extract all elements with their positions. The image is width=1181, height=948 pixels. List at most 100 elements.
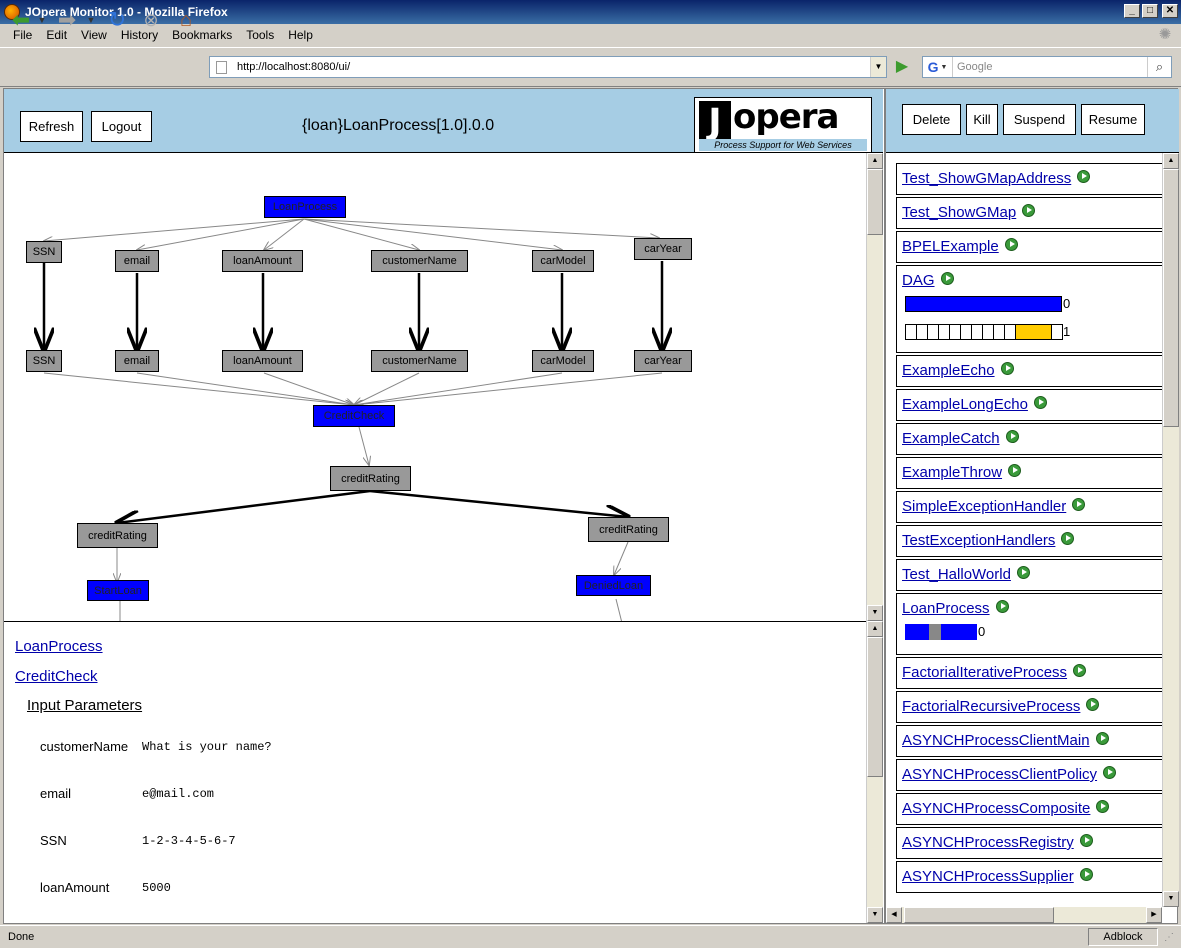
process-name[interactable]: TestExceptionHandlers [902, 532, 1055, 549]
menu-tools[interactable]: Tools [239, 28, 281, 42]
forward-history-dropdown-icon[interactable]: ▼ [86, 7, 96, 33]
graph-vertical-scrollbar[interactable]: ▲ ▼ [866, 153, 883, 621]
scroll-thumb[interactable] [867, 637, 883, 777]
process-item[interactable]: TestExceptionHandlers [896, 525, 1162, 557]
progress-bar-instances[interactable] [905, 624, 977, 640]
url-history-dropdown-icon[interactable]: ▼ [870, 57, 886, 77]
scroll-up-icon[interactable]: ▲ [867, 153, 883, 169]
resize-grip-icon[interactable]: ⋰ [1164, 932, 1178, 946]
minimize-icon[interactable]: _ [1124, 4, 1140, 18]
back-history-dropdown-icon[interactable]: ▼ [37, 7, 47, 33]
node-loanamount-input[interactable]: loanAmount [222, 250, 303, 272]
progress-bar-instances[interactable] [905, 324, 1063, 340]
start-process-icon[interactable] [1004, 237, 1018, 251]
close-icon[interactable]: ✕ [1162, 4, 1178, 18]
node-ssn-input[interactable]: SSN [26, 241, 62, 263]
node-startloan[interactable]: StartLoan [87, 580, 149, 601]
process-name[interactable]: ExampleCatch [902, 430, 1000, 447]
scroll-right-icon[interactable]: ▶ [1146, 907, 1162, 923]
node-ssn-output[interactable]: SSN [26, 350, 62, 372]
process-name[interactable]: FactorialIterativeProcess [902, 664, 1067, 681]
resume-button[interactable]: Resume [1081, 104, 1145, 135]
process-name[interactable]: ExampleThrow [902, 464, 1002, 481]
search-engine-icon[interactable]: G ▼ [923, 57, 953, 77]
node-creditrating[interactable]: creditRating [330, 466, 411, 491]
details-vertical-scrollbar[interactable]: ▲ ▼ [866, 621, 883, 923]
forward-arrow-icon[interactable]: ➡ [54, 7, 80, 33]
progress-bar-completed[interactable] [905, 296, 1062, 312]
process-item[interactable]: DAG 0 1 [896, 265, 1162, 353]
process-list-horizontal-scrollbar[interactable]: ◀ ▶ [886, 907, 1162, 923]
process-name[interactable]: Test_ShowGMap [902, 204, 1016, 221]
search-box[interactable]: G ▼ Google ⌕ [922, 56, 1172, 78]
refresh-button[interactable]: Refresh [20, 111, 83, 142]
process-name[interactable]: ASYNCHProcessSupplier [902, 868, 1074, 885]
scroll-up-icon[interactable]: ▲ [867, 621, 883, 637]
process-item[interactable]: ExampleCatch [896, 423, 1162, 455]
node-customername-output[interactable]: customerName [371, 350, 468, 372]
start-process-icon[interactable] [1079, 833, 1093, 847]
node-loanamount-output[interactable]: loanAmount [222, 350, 303, 372]
start-process-icon[interactable] [1016, 565, 1030, 579]
start-process-icon[interactable] [1079, 867, 1093, 881]
process-item[interactable]: ASYNCHProcessRegistry [896, 827, 1162, 859]
scroll-up-icon[interactable]: ▲ [1163, 153, 1179, 169]
kill-button[interactable]: Kill [966, 104, 998, 135]
adblock-button[interactable]: Adblock [1088, 928, 1158, 946]
search-icon[interactable]: ⌕ [1147, 57, 1171, 77]
scroll-thumb[interactable] [1163, 169, 1179, 427]
scroll-down-icon[interactable]: ▼ [1163, 891, 1179, 907]
link-loanprocess[interactable]: LoanProcess [15, 638, 103, 655]
process-name[interactable]: DAG [902, 272, 935, 289]
start-process-icon[interactable] [995, 599, 1009, 613]
process-name[interactable]: SimpleExceptionHandler [902, 498, 1066, 515]
start-process-icon[interactable] [1073, 663, 1087, 677]
go-arrow-icon[interactable]: ▶ [892, 58, 912, 76]
start-process-icon[interactable] [1095, 731, 1109, 745]
scroll-down-icon[interactable]: ▼ [867, 605, 883, 621]
start-process-icon[interactable] [1005, 429, 1019, 443]
process-name[interactable]: FactorialRecursiveProcess [902, 698, 1080, 715]
reload-icon[interactable]: ↻ [104, 7, 130, 33]
process-item[interactable]: BPELExample [896, 231, 1162, 263]
maximize-icon[interactable]: □ [1142, 4, 1158, 18]
process-item[interactable]: Test_ShowGMapAddress [896, 163, 1162, 195]
process-name[interactable]: ASYNCHProcessComposite [902, 800, 1090, 817]
process-name[interactable]: Test_HalloWorld [902, 566, 1011, 583]
node-caryear-output[interactable]: carYear [634, 350, 692, 372]
start-process-icon[interactable] [1008, 463, 1022, 477]
back-arrow-icon[interactable]: ⬅ [8, 7, 34, 33]
process-item[interactable]: ASYNCHProcessSupplier [896, 861, 1162, 893]
process-name[interactable]: ASYNCHProcessClientPolicy [902, 766, 1097, 783]
start-process-icon[interactable] [1077, 169, 1091, 183]
scroll-thumb[interactable] [904, 907, 1054, 923]
node-deniedloan[interactable]: DeniedLoan [576, 575, 651, 596]
start-process-icon[interactable] [1000, 361, 1014, 375]
menu-help[interactable]: Help [281, 28, 320, 42]
start-process-icon[interactable] [940, 271, 954, 285]
url-text[interactable]: http://localhost:8080/ui/ [237, 61, 350, 73]
process-name[interactable]: ASYNCHProcessClientMain [902, 732, 1090, 749]
process-item[interactable]: FactorialRecursiveProcess [896, 691, 1162, 723]
search-placeholder[interactable]: Google [953, 61, 1147, 73]
start-process-icon[interactable] [1033, 395, 1047, 409]
stop-icon[interactable]: ⊗ [138, 7, 164, 33]
start-process-icon[interactable] [1086, 697, 1100, 711]
node-creditrating-left[interactable]: creditRating [77, 523, 158, 548]
process-item[interactable]: Test_HalloWorld [896, 559, 1162, 591]
node-customername-input[interactable]: customerName [371, 250, 468, 272]
process-name[interactable]: ExampleLongEcho [902, 396, 1028, 413]
process-name[interactable]: ASYNCHProcessRegistry [902, 834, 1074, 851]
node-carmodel-output[interactable]: carModel [532, 350, 594, 372]
process-name[interactable]: BPELExample [902, 238, 999, 255]
link-input-parameters[interactable]: Input Parameters [27, 697, 142, 714]
process-item[interactable]: LoanProcess 0 [896, 593, 1162, 655]
logout-button[interactable]: Logout [91, 111, 152, 142]
start-process-icon[interactable] [1096, 799, 1110, 813]
node-carmodel-input[interactable]: carModel [532, 250, 594, 272]
link-creditcheck[interactable]: CreditCheck [15, 668, 98, 685]
process-list-vertical-scrollbar[interactable]: ▲ ▼ [1162, 153, 1179, 907]
scroll-left-icon[interactable]: ◀ [886, 907, 902, 923]
start-process-icon[interactable] [1103, 765, 1117, 779]
process-item[interactable]: ASYNCHProcessClientPolicy [896, 759, 1162, 791]
